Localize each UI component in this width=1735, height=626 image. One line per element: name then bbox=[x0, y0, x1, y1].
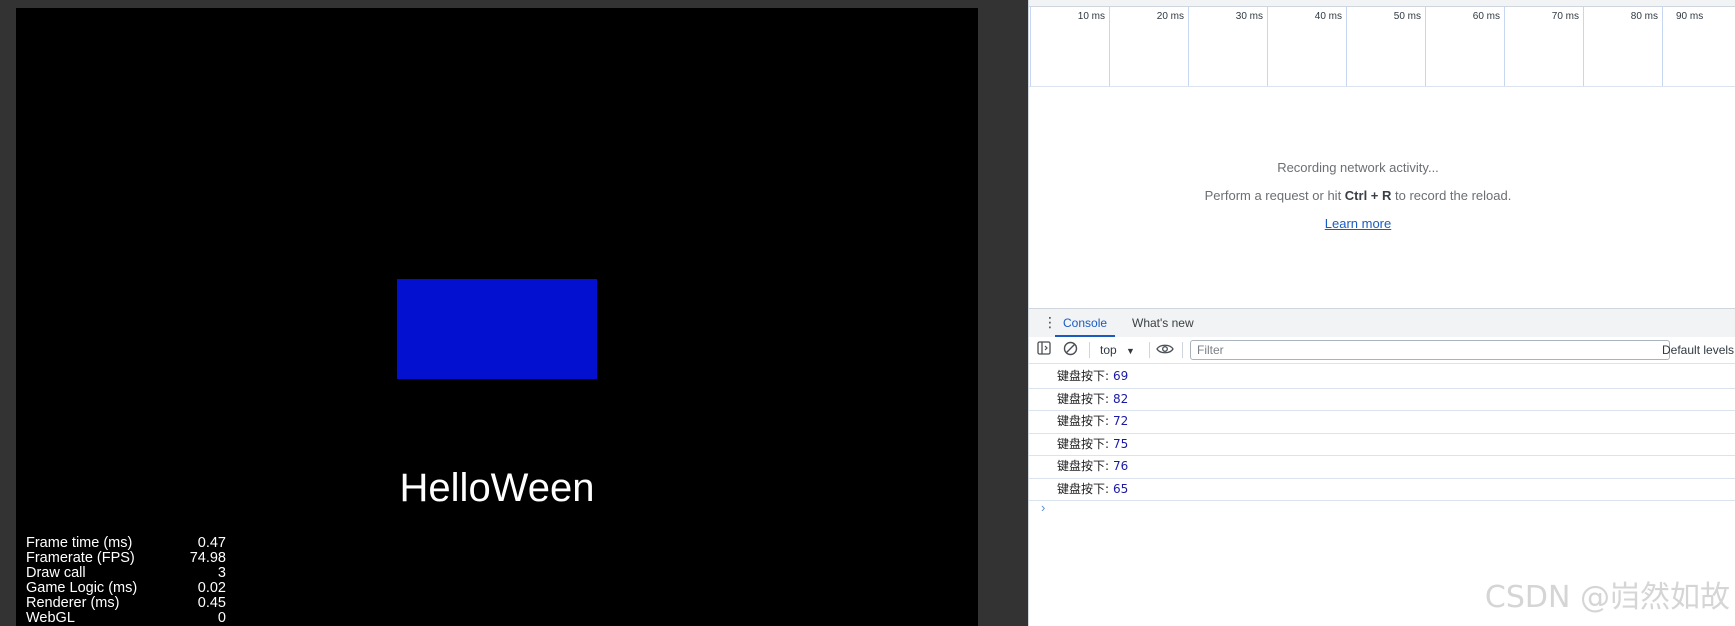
timeline-tick bbox=[1109, 6, 1110, 86]
learn-more-link[interactable]: Learn more bbox=[1325, 216, 1391, 231]
stat-value: 0.47 bbox=[197, 535, 226, 551]
stat-row-webgl: WebGL 0 bbox=[26, 611, 226, 626]
message-text: 键盘按下: bbox=[1057, 414, 1110, 428]
message-text: 键盘按下: bbox=[1057, 481, 1110, 496]
stat-value: 0.45 bbox=[197, 595, 226, 611]
timeline-tick bbox=[1346, 6, 1347, 86]
hint-prefix: Perform a request or hit bbox=[1204, 188, 1345, 203]
watermark: CSDN @岿然如故 bbox=[1484, 580, 1730, 615]
stat-label: Framerate (FPS) bbox=[26, 550, 135, 566]
timeline-tick-label: 70 ms bbox=[1551, 11, 1579, 22]
timeline-start-marker bbox=[1030, 6, 1031, 86]
message-number: 76 bbox=[1113, 459, 1129, 473]
game-title-text: HelloWeen bbox=[399, 466, 595, 510]
timeline-tick bbox=[1662, 6, 1663, 86]
message-text: 键盘按下: bbox=[1057, 459, 1110, 473]
timeline-tick-label: 60 ms bbox=[1472, 11, 1500, 22]
left-panel: HelloWeen Frame time (ms) 0.47 Framerate… bbox=[0, 0, 1028, 626]
log-levels-selector[interactable]: Default levels bbox=[1662, 341, 1734, 359]
devtools-panel: 10 ms 20 ms 30 ms 40 ms 50 ms 60 ms 70 m… bbox=[1028, 0, 1735, 626]
shortcut-keys: Ctrl + R bbox=[1344, 188, 1392, 203]
tab-console[interactable]: Console bbox=[1055, 309, 1116, 337]
toolbar-separator bbox=[1089, 342, 1090, 358]
timeline-header-strip bbox=[1029, 0, 1735, 7]
stat-value: 0.02 bbox=[197, 580, 226, 596]
timeline-tick-label: 30 ms bbox=[1235, 11, 1263, 22]
stat-row-frame-time: Frame time (ms) 0.47 bbox=[26, 536, 226, 551]
console-toolbar: top ▼ Default levels bbox=[1029, 337, 1735, 364]
message-number: 72 bbox=[1113, 414, 1129, 428]
message-number: 65 bbox=[1113, 481, 1129, 496]
message-number: 69 bbox=[1113, 369, 1129, 383]
timeline-tick-label: 20 ms bbox=[1156, 11, 1184, 22]
timeline-tick-label: 10 ms bbox=[1077, 11, 1105, 22]
message-text: 键盘按下: bbox=[1057, 436, 1110, 451]
message-number: 75 bbox=[1113, 436, 1129, 451]
stat-row-draw-call: Draw call 3 bbox=[26, 566, 226, 581]
blue-rectangle-sprite bbox=[397, 279, 597, 379]
tab-whats-new[interactable]: What's new bbox=[1124, 309, 1202, 337]
toolbar-separator bbox=[1149, 342, 1150, 358]
hint-suffix: to record the reload. bbox=[1391, 188, 1512, 203]
timeline-tick-label: 90 ms bbox=[1676, 11, 1704, 22]
game-canvas[interactable]: HelloWeen Frame time (ms) 0.47 Framerate… bbox=[16, 8, 978, 626]
stat-label: WebGL bbox=[26, 610, 75, 626]
sidebar-toggle-icon[interactable] bbox=[1035, 341, 1053, 359]
stat-label: Draw call bbox=[26, 565, 86, 581]
eye-icon[interactable] bbox=[1156, 341, 1174, 359]
console-message-list: 键盘按下: 69 键盘按下: 82 键盘按下: 72 键盘按下: 75 键盘按下: 76 … bbox=[1029, 366, 1735, 501]
drawer-tab-bar: ⋮ Console What's new bbox=[1029, 308, 1735, 338]
stat-value: 0 bbox=[217, 610, 226, 626]
console-message: 键盘按下: 69 bbox=[1029, 366, 1735, 389]
perform-request-hint: Perform a request or hit Ctrl + R to rec… bbox=[1029, 188, 1687, 203]
stat-row-framerate: Framerate (FPS) 74.98 bbox=[26, 551, 226, 566]
recording-status-text: Recording network activity... bbox=[1277, 160, 1439, 175]
timeline-tick bbox=[1583, 6, 1584, 86]
message-text: 键盘按下: bbox=[1057, 391, 1110, 406]
timeline-tick bbox=[1188, 6, 1189, 86]
stat-row-renderer: Renderer (ms) 0.45 bbox=[26, 596, 226, 611]
console-message: 键盘按下: 72 bbox=[1029, 411, 1735, 434]
console-message: 键盘按下: 76 bbox=[1029, 456, 1735, 479]
timeline-tick-label: 80 ms bbox=[1630, 11, 1658, 22]
timeline-tick-label: 50 ms bbox=[1393, 11, 1421, 22]
timeline-tick bbox=[1267, 6, 1268, 86]
dropdown-arrow-icon: ▼ bbox=[1126, 346, 1135, 356]
console-message: 键盘按下: 65 bbox=[1029, 479, 1735, 501]
filter-input[interactable] bbox=[1190, 340, 1670, 360]
stat-label: Frame time (ms) bbox=[26, 535, 133, 551]
network-empty-state: Recording network activity... Perform a … bbox=[1029, 160, 1687, 231]
toolbar-separator bbox=[1182, 342, 1183, 358]
stat-value: 3 bbox=[217, 565, 226, 581]
console-message: 键盘按下: 82 bbox=[1029, 389, 1735, 411]
timeline-tick bbox=[1425, 6, 1426, 86]
stat-label: Game Logic (ms) bbox=[26, 580, 138, 596]
timeline-tick bbox=[1504, 6, 1505, 86]
message-text: 键盘按下: bbox=[1057, 369, 1110, 383]
timeline-tick-label: 40 ms bbox=[1314, 11, 1342, 22]
stats-panel: Frame time (ms) 0.47 Framerate (FPS) 74.… bbox=[26, 536, 226, 626]
more-options-icon[interactable]: ⋮ bbox=[1043, 315, 1057, 329]
console-prompt-icon[interactable]: › bbox=[1041, 500, 1045, 515]
context-selector[interactable]: top ▼ bbox=[1100, 341, 1135, 360]
context-value: top bbox=[1100, 343, 1117, 357]
console-message: 键盘按下: 75 bbox=[1029, 434, 1735, 456]
stat-label: Renderer (ms) bbox=[26, 595, 120, 611]
network-timeline[interactable]: 10 ms 20 ms 30 ms 40 ms 50 ms 60 ms 70 m… bbox=[1029, 0, 1735, 87]
clear-console-icon[interactable] bbox=[1061, 341, 1079, 359]
stat-value: 74.98 bbox=[189, 550, 226, 566]
message-number: 82 bbox=[1113, 391, 1129, 406]
stat-row-game-logic: Game Logic (ms) 0.02 bbox=[26, 581, 226, 596]
